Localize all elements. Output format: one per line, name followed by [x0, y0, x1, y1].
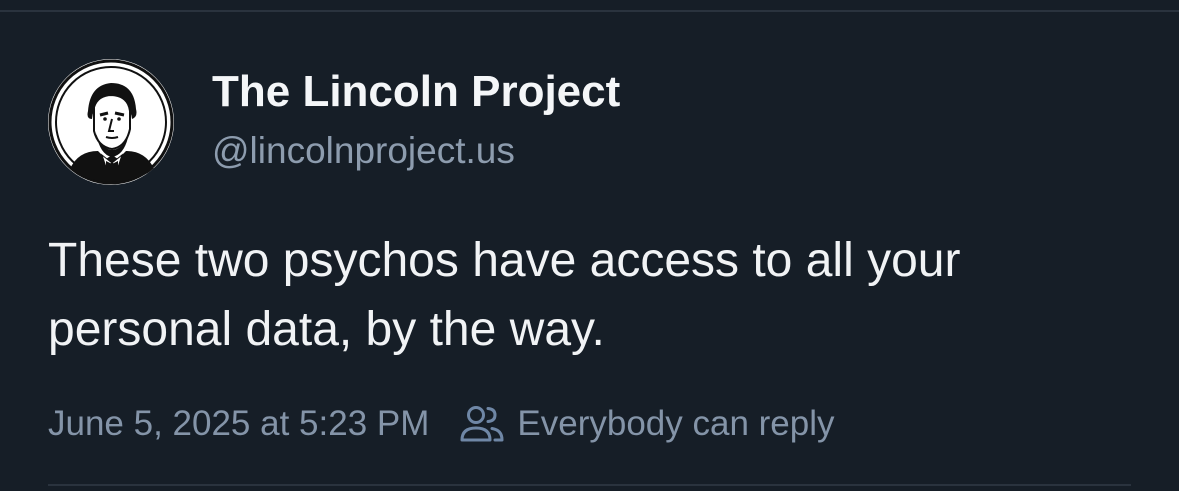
- author-display-name[interactable]: The Lincoln Project: [212, 64, 620, 120]
- lincoln-portrait-icon: [48, 59, 174, 185]
- post-text: These two psychos have access to all you…: [48, 234, 961, 356]
- author-block: The Lincoln Project @lincolnproject.us: [212, 64, 620, 176]
- author-avatar[interactable]: [48, 59, 174, 185]
- people-icon: [459, 404, 505, 444]
- reply-setting[interactable]: Everybody can reply: [459, 404, 835, 444]
- post-meta: June 5, 2025 at 5:23 PM Everybody can re…: [48, 398, 835, 450]
- post-timestamp: June 5, 2025 at 5:23 PM: [48, 404, 430, 443]
- author-handle[interactable]: @lincolnproject.us: [212, 126, 620, 176]
- top-divider: [0, 10, 1179, 12]
- reply-setting-label: Everybody can reply: [517, 404, 835, 443]
- bottom-divider: [48, 484, 1131, 486]
